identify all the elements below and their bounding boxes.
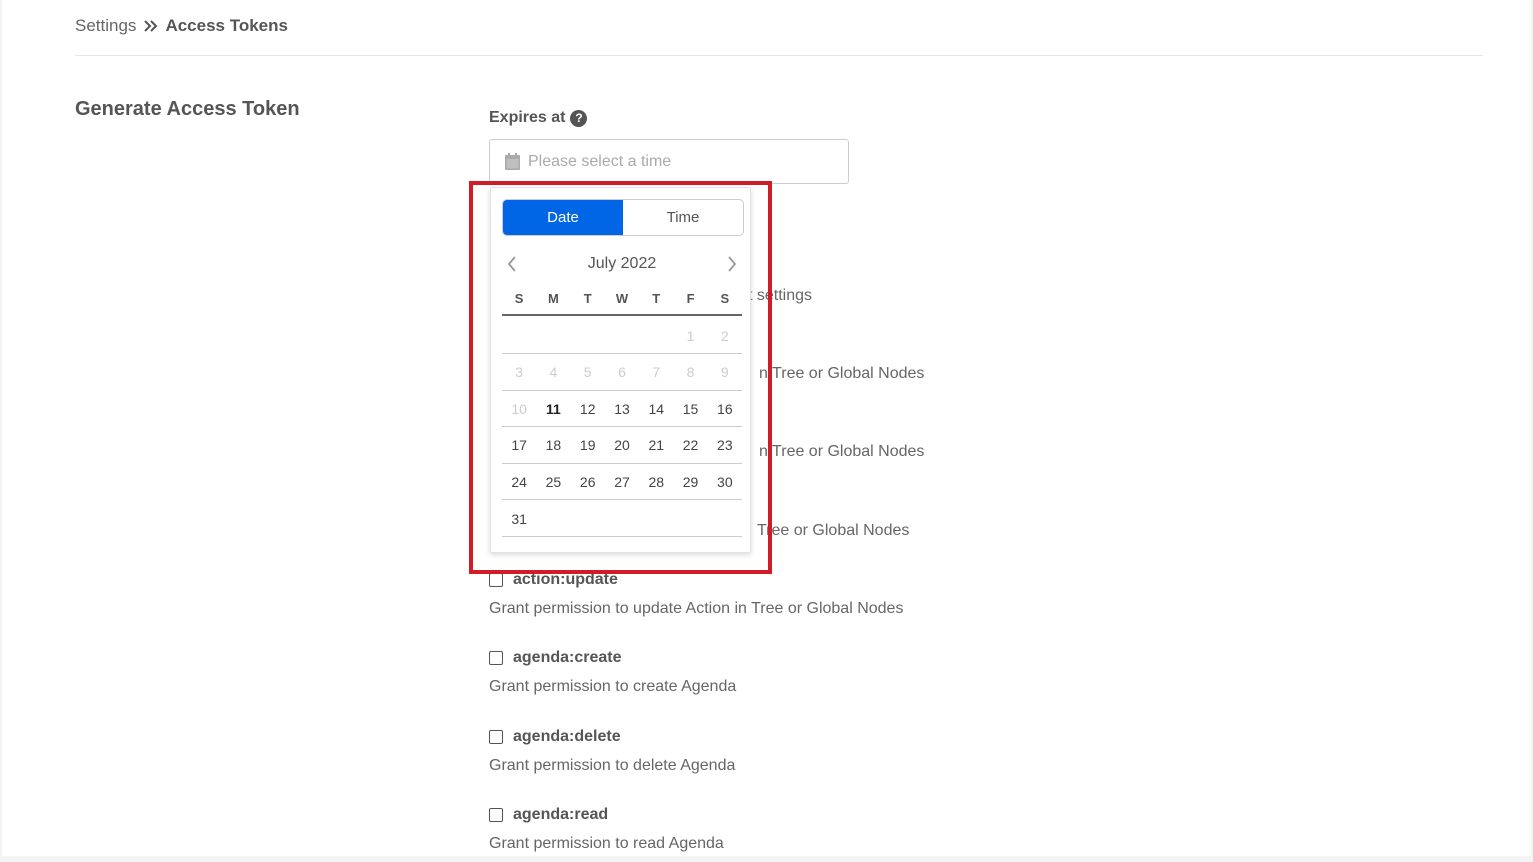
weekday-header: S M T W T F S xyxy=(502,291,742,316)
calendar-empty-cell xyxy=(605,318,639,353)
weekday-label: W xyxy=(615,291,629,306)
permission-description: Grant permission to read Agenda xyxy=(489,835,724,852)
expires-at-input[interactable] xyxy=(528,152,828,171)
calendar-day[interactable]: 19 xyxy=(571,428,605,463)
permission-checkbox[interactable] xyxy=(489,651,503,665)
tab-time[interactable]: Time xyxy=(623,200,743,235)
permission-name: agenda:read xyxy=(513,806,609,823)
calendar-week-row: 31 xyxy=(502,501,742,537)
calendar-empty-cell xyxy=(639,501,673,536)
permission-checkbox[interactable] xyxy=(489,730,503,744)
expires-at-input-wrapper[interactable] xyxy=(489,139,849,184)
date-picker-popup: Date Time July 2022 S M T W T F S 123456… xyxy=(490,187,751,553)
permission-agenda-read: agenda:read xyxy=(489,804,608,826)
breadcrumb: Settings Access Tokens xyxy=(75,16,288,36)
calendar-day[interactable]: 15 xyxy=(673,391,707,426)
calendar-day[interactable]: 28 xyxy=(639,464,673,499)
calendar-day-disabled: 1 xyxy=(686,327,695,344)
calendar-week-row: 17 18 19 20 21 22 23 xyxy=(502,428,742,464)
weekday-label: S xyxy=(720,291,730,306)
weekday-label: F xyxy=(686,291,695,306)
calendar-empty-cell xyxy=(708,501,742,536)
calendar-week-row: 10 11 12 13 14 15 16 xyxy=(502,391,742,428)
permission-description: Grant permission to create Agenda xyxy=(489,678,737,695)
tab-date[interactable]: Date xyxy=(503,200,623,235)
permission-name: agenda:delete xyxy=(513,728,621,745)
breadcrumb-current: Access Tokens xyxy=(165,16,288,35)
calendar-week-row: 24 25 26 27 28 29 30 xyxy=(502,464,742,501)
calendar-day[interactable]: 17 xyxy=(502,428,536,463)
calendar-day-disabled: 7 xyxy=(652,364,661,381)
calendar-day-disabled: 2 xyxy=(720,327,729,344)
double-chevron-right-icon xyxy=(144,20,158,32)
header-divider xyxy=(75,55,1483,56)
calendar-day-disabled: 10 xyxy=(511,400,527,417)
expires-at-label-text: Expires at xyxy=(489,109,566,126)
calendar-empty-cell xyxy=(639,318,673,353)
calendar-empty-cell xyxy=(571,318,605,353)
calendar-day-disabled: 4 xyxy=(549,364,558,381)
month-navigation: July 2022 xyxy=(502,252,742,276)
chevron-right-icon[interactable] xyxy=(722,254,742,274)
calendar-day-disabled: 8 xyxy=(686,364,695,381)
page: Settings Access Tokens Generate Access T… xyxy=(2,0,1531,856)
calendar-empty-cell xyxy=(605,501,639,536)
permission-agenda-create: agenda:create xyxy=(489,647,622,669)
section-title: Generate Access Token xyxy=(75,98,300,120)
calendar-day[interactable]: 20 xyxy=(605,428,639,463)
calendar-day-disabled: 6 xyxy=(618,364,626,381)
calendar-day-disabled: 9 xyxy=(720,364,729,381)
calendar-day-today[interactable]: 11 xyxy=(536,391,570,426)
calendar-empty-cell xyxy=(536,318,570,353)
permission-name: agenda:create xyxy=(513,649,622,666)
picker-mode-toggle: Date Time xyxy=(502,199,744,236)
obscured-text-1: t settings xyxy=(748,287,813,304)
calendar-day[interactable]: 26 xyxy=(571,464,605,499)
calendar-day[interactable]: 21 xyxy=(639,428,673,463)
calendar-day[interactable]: 13 xyxy=(605,391,639,426)
obscured-text-2: n Tree or Global Nodes xyxy=(759,365,925,382)
calendar-week-row: 12 xyxy=(502,318,742,354)
calendar-day-disabled: 3 xyxy=(515,364,524,381)
calendar-day[interactable]: 22 xyxy=(673,428,707,463)
calendar-day[interactable]: 16 xyxy=(708,391,742,426)
obscured-text-4: Tree or Global Nodes xyxy=(757,522,910,539)
question-circle-icon[interactable]: ? xyxy=(570,109,588,127)
calendar-day[interactable]: 27 xyxy=(605,464,639,499)
calendar-empty-cell xyxy=(502,318,536,353)
weekday-label: S xyxy=(514,291,524,306)
calendar-day[interactable]: 29 xyxy=(673,464,707,499)
obscured-text-3: n Tree or Global Nodes xyxy=(759,443,925,460)
chevron-left-icon[interactable] xyxy=(502,254,522,274)
calendar-empty-cell xyxy=(673,501,707,536)
calendar-day[interactable]: 31 xyxy=(502,501,536,536)
calendar-day[interactable]: 30 xyxy=(708,464,742,499)
calendar-day[interactable]: 23 xyxy=(708,428,742,463)
calendar-week-row: 3 4 5 6 7 8 9 xyxy=(502,355,742,391)
breadcrumb-settings-link[interactable]: Settings xyxy=(75,16,136,36)
permission-checkbox[interactable] xyxy=(489,808,503,822)
expires-at-label: Expires at ? xyxy=(489,109,588,127)
calendar-day[interactable]: 14 xyxy=(639,391,673,426)
calendar-day-disabled: 5 xyxy=(583,364,592,381)
calendar-empty-cell xyxy=(571,501,605,536)
permission-checkbox[interactable] xyxy=(489,573,503,587)
weekday-label: T xyxy=(652,291,661,306)
calendar-day[interactable]: 18 xyxy=(536,428,570,463)
calendar-day[interactable]: 24 xyxy=(502,464,536,499)
calendar-icon xyxy=(505,153,520,170)
permission-action-update: action:update xyxy=(489,569,618,591)
calendar-day[interactable]: 12 xyxy=(571,391,605,426)
calendar-empty-cell xyxy=(536,501,570,536)
permission-description: Grant permission to delete Agenda xyxy=(489,757,736,774)
weekday-label: M xyxy=(548,291,559,306)
weekday-label: T xyxy=(583,291,592,306)
permission-description: Grant permission to update Action in Tre… xyxy=(489,600,904,617)
permission-agenda-delete: agenda:delete xyxy=(489,726,621,748)
calendar-day[interactable]: 25 xyxy=(536,464,570,499)
month-title: July 2022 xyxy=(587,255,657,272)
permission-name: action:update xyxy=(513,571,618,588)
